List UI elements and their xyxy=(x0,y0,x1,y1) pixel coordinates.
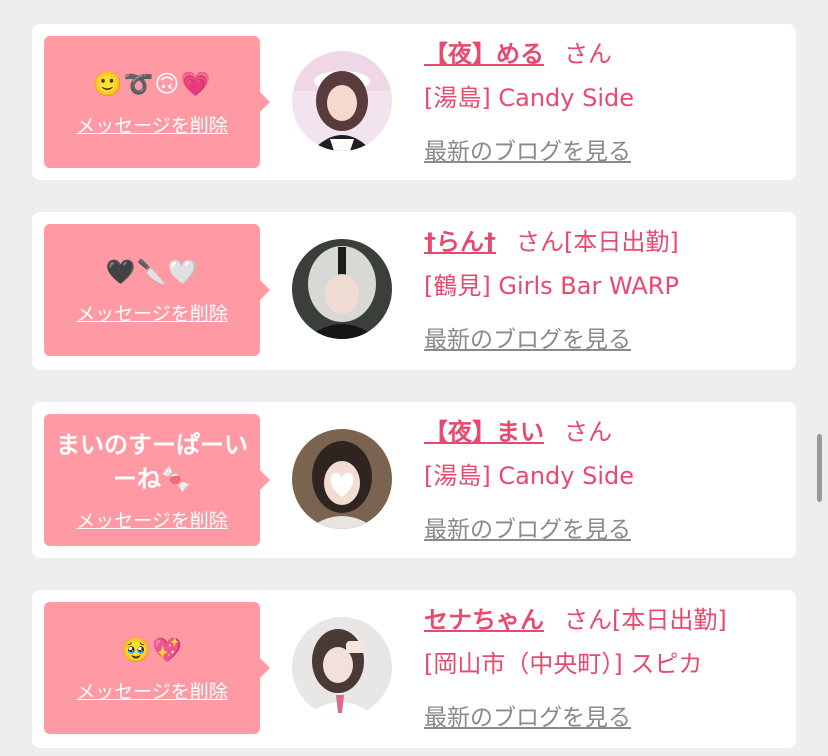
cast-name-line: セナちゃん さん[本日出勤] xyxy=(424,602,784,638)
avatar[interactable] xyxy=(292,51,392,151)
delete-message-link[interactable]: メッセージを削除 xyxy=(76,506,228,533)
cast-name-link[interactable]: セナちゃん xyxy=(424,606,544,634)
message-text: 🖤🔪🤍 xyxy=(105,257,199,286)
scrollbar[interactable] xyxy=(817,434,822,502)
avatar-image xyxy=(292,239,392,339)
message-bubble: 🥹💖 メッセージを削除 xyxy=(44,602,270,734)
delete-message-link[interactable]: メッセージを削除 xyxy=(76,299,228,326)
message-card: まいのすーぱーいーね🍬 メッセージを削除 【夜】まい さん [湯島] Candy … xyxy=(32,402,796,558)
cast-info: 【夜】まい さん [湯島] Candy Side 最新のブログを見る xyxy=(424,414,784,544)
avatar-image xyxy=(292,51,392,151)
honorific: さん xyxy=(516,228,564,256)
avatar-image xyxy=(292,429,392,529)
cast-name-link[interactable]: †らん† xyxy=(424,228,496,256)
delete-message-link[interactable]: メッセージを削除 xyxy=(76,111,228,138)
shop-name: [湯島] Candy Side xyxy=(424,84,634,112)
cast-name-line: 【夜】める さん xyxy=(424,36,784,72)
cast-info: 【夜】める さん [湯島] Candy Side 最新のブログを見る xyxy=(424,36,784,166)
avatar[interactable] xyxy=(292,617,392,717)
avatar-image xyxy=(292,617,392,717)
latest-blog-link[interactable]: 最新のブログを見る xyxy=(424,132,631,166)
honorific: さん xyxy=(564,40,612,68)
message-bubble: まいのすーぱーいーね🍬 メッセージを削除 xyxy=(44,414,270,546)
honorific: さん xyxy=(564,418,612,446)
avatar[interactable] xyxy=(292,239,392,339)
message-card: 🖤🔪🤍 メッセージを削除 †らん† さん[本日出勤] [鶴見] Girls Bar… xyxy=(32,212,796,370)
message-text: 🥹💖 xyxy=(121,635,183,664)
latest-blog-link[interactable]: 最新のブログを見る xyxy=(424,320,631,354)
honorific: さん xyxy=(564,606,612,634)
shop-name: [湯島] Candy Side xyxy=(424,462,634,490)
cast-name-line: 【夜】まい さん xyxy=(424,414,784,450)
cast-name-link[interactable]: 【夜】める xyxy=(424,40,544,68)
message-text: 🙂➰🙃💗 xyxy=(92,69,212,98)
message-bubble: 🖤🔪🤍 メッセージを削除 xyxy=(44,224,270,356)
shop-name: [岡山市（中央町）] スピカ xyxy=(424,650,703,678)
message-card: 🙂➰🙃💗 メッセージを削除 【夜】める さん [湯島] Candy Side 最新… xyxy=(32,24,796,180)
status-badge: [本日出勤] xyxy=(564,228,679,256)
latest-blog-link[interactable]: 最新のブログを見る xyxy=(424,510,631,544)
cast-name-link[interactable]: 【夜】まい xyxy=(424,418,544,446)
cast-name-line: †らん† さん[本日出勤] xyxy=(424,224,784,260)
message-card: 🥹💖 メッセージを削除 セナちゃん さん[本日出勤] [岡山市（中央町）] スピカ… xyxy=(32,590,796,748)
avatar[interactable] xyxy=(292,429,392,529)
status-badge: [本日出勤] xyxy=(612,606,727,634)
delete-message-link[interactable]: メッセージを削除 xyxy=(76,677,228,704)
message-list: 🙂➰🙃💗 メッセージを削除 【夜】める さん [湯島] Candy Side 最新… xyxy=(0,0,828,756)
message-bubble: 🙂➰🙃💗 メッセージを削除 xyxy=(44,36,270,168)
shop-name: [鶴見] Girls Bar WARP xyxy=(424,272,679,300)
message-text: まいのすーぱーいーね🍬 xyxy=(56,430,248,493)
latest-blog-link[interactable]: 最新のブログを見る xyxy=(424,698,631,732)
cast-info: †らん† さん[本日出勤] [鶴見] Girls Bar WARP 最新のブログを… xyxy=(424,224,784,354)
cast-info: セナちゃん さん[本日出勤] [岡山市（中央町）] スピカ 最新のブログを見る xyxy=(424,602,784,732)
